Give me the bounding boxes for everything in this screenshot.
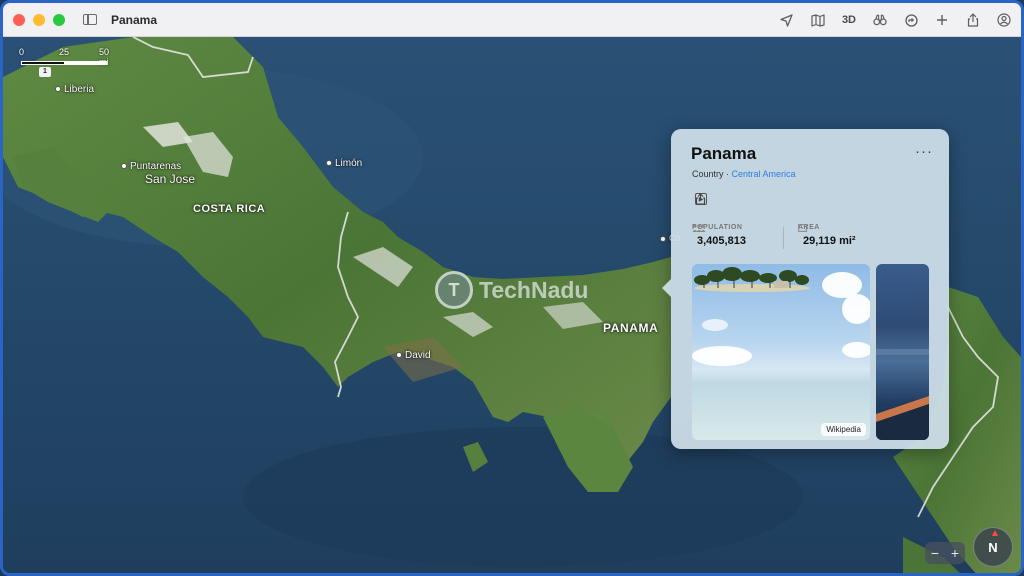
maps-window: Panama 3D 0 25 50 1 Liberia Puntarenas S… bbox=[0, 0, 1024, 576]
window-controls bbox=[13, 13, 65, 26]
zoom-out-button[interactable]: − bbox=[931, 545, 939, 561]
card-actions: ▶ bbox=[695, 193, 733, 205]
place-limon[interactable]: Limón bbox=[326, 158, 362, 169]
technadu-logo-icon: T bbox=[435, 271, 473, 309]
look-around-binoculars-icon[interactable] bbox=[873, 13, 887, 27]
title-bar: Panama 3D bbox=[3, 3, 1021, 37]
technadu-watermark: T TechNadu bbox=[435, 271, 588, 309]
more-options-button[interactable]: ··· bbox=[915, 143, 933, 160]
map-mode-icon[interactable] bbox=[811, 13, 825, 27]
zoom-in-button[interactable]: + bbox=[951, 545, 959, 561]
card-share-icon[interactable] bbox=[695, 193, 733, 205]
place-costa-rica[interactable]: COSTA RICA bbox=[193, 203, 265, 215]
palm-island-graphic bbox=[694, 267, 810, 292]
stat-divider bbox=[783, 227, 784, 249]
watermark-text: TechNadu bbox=[479, 276, 589, 303]
area-stat: AREA 29,119 mi² bbox=[798, 224, 856, 247]
card-separator: · bbox=[723, 169, 732, 179]
map-scale: 0 25 50 mi 1 bbox=[19, 47, 119, 87]
population-stat: POPULATION 3,405,813 bbox=[692, 224, 746, 247]
compass-button[interactable]: N bbox=[973, 527, 1013, 567]
scale-bar bbox=[21, 61, 107, 65]
view-3d-button[interactable]: 3D bbox=[842, 14, 856, 26]
share-icon[interactable] bbox=[966, 13, 980, 27]
place-panama[interactable]: PANAMA bbox=[603, 321, 658, 335]
close-window-button[interactable] bbox=[13, 13, 25, 26]
minimize-window-button[interactable] bbox=[33, 13, 45, 26]
sidebar-toggle-icon[interactable] bbox=[83, 14, 97, 25]
photo-secondary[interactable] bbox=[876, 264, 929, 440]
scale-label-mid: 25 bbox=[59, 47, 70, 57]
place-david[interactable]: David bbox=[396, 350, 431, 361]
card-subtitle: Country · Central America bbox=[692, 169, 796, 179]
place-puntarenas[interactable]: Puntarenas bbox=[121, 161, 181, 172]
card-title: Panama bbox=[691, 144, 757, 163]
card-pointer bbox=[662, 279, 671, 297]
add-plus-icon[interactable] bbox=[935, 13, 949, 27]
place-card: Panama ··· Country · Central America ▶ P… bbox=[662, 129, 949, 449]
toolbar: 3D bbox=[780, 3, 1011, 37]
account-profile-icon[interactable] bbox=[997, 13, 1011, 27]
location-arrow-icon[interactable] bbox=[780, 13, 794, 27]
map-canvas[interactable]: 0 25 50 mi 1 Liberia Puntarenas San Jose… bbox=[3, 37, 1021, 573]
area-value: 29,119 mi² bbox=[803, 235, 856, 247]
photo-credit[interactable]: Wikipedia bbox=[821, 423, 866, 436]
photo-island[interactable]: Wikipedia bbox=[692, 264, 870, 440]
zoom-window-button[interactable] bbox=[53, 13, 65, 26]
region-link[interactable]: Central America bbox=[732, 169, 796, 179]
place-liberia[interactable]: Liberia bbox=[55, 84, 94, 95]
window-title: Panama bbox=[111, 12, 158, 27]
zoom-control: − + bbox=[925, 542, 965, 564]
card-kind: Country bbox=[692, 169, 724, 179]
directions-icon[interactable] bbox=[904, 13, 918, 27]
place-san-jose[interactable]: San Jose bbox=[145, 172, 195, 186]
population-value: 3,405,813 bbox=[697, 235, 746, 247]
scale-badge: 1 bbox=[39, 67, 51, 77]
scale-label-zero: 0 bbox=[19, 47, 25, 57]
compass-north-label: N bbox=[988, 539, 998, 555]
